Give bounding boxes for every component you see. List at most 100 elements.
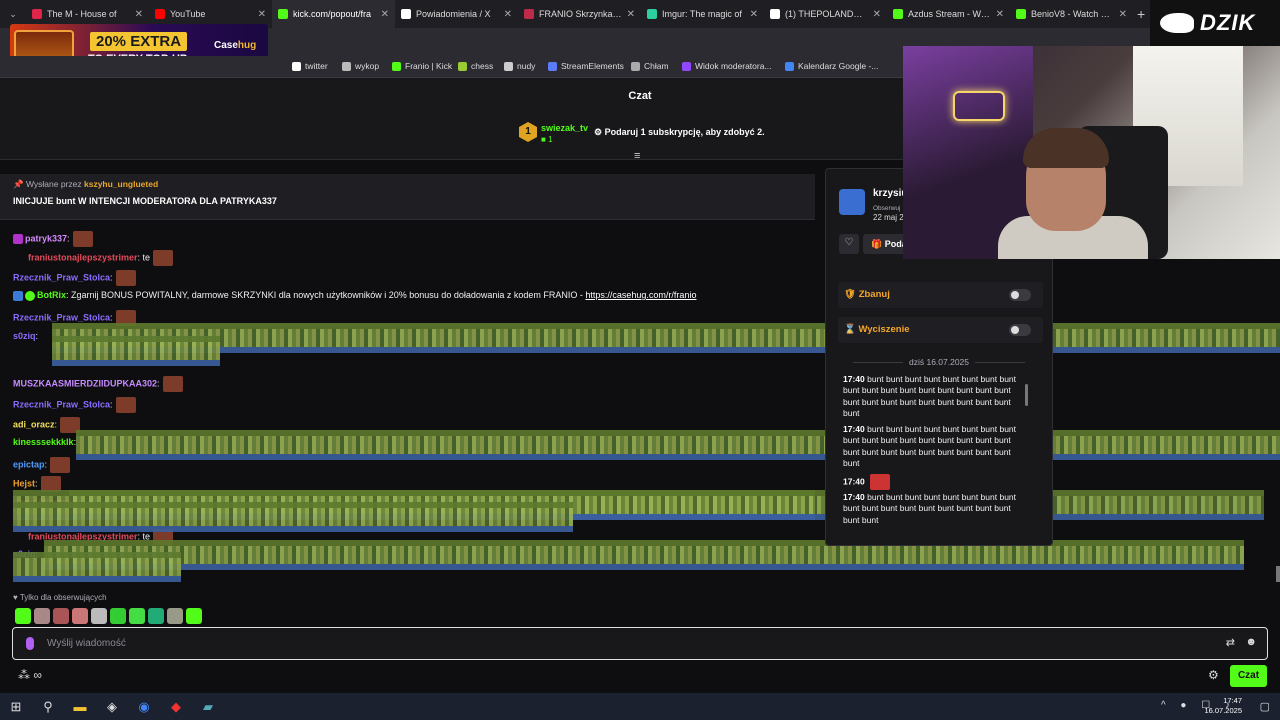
notification-icon[interactable]: ▢: [1260, 700, 1270, 713]
chat-username[interactable]: kinesssekkklk: [13, 437, 74, 447]
chat-scrollbar[interactable]: [1276, 566, 1280, 582]
log-time: 17:40: [843, 424, 865, 434]
app-red-icon[interactable]: ◆: [160, 693, 192, 720]
chat-input[interactable]: Wyślij wiadomość ⇄ ☻: [12, 627, 1268, 660]
chat-username[interactable]: Rzecznik_Praw_Stolca: [13, 312, 110, 322]
bookmark-2[interactable]: wykop: [342, 61, 379, 71]
chat-username[interactable]: Rzecznik_Praw_Stolca: [13, 399, 110, 409]
emote-4[interactable]: [72, 608, 88, 624]
emote-7[interactable]: [129, 608, 145, 624]
chat-text: :: [44, 459, 48, 470]
chat-username[interactable]: BotRix: [37, 290, 66, 300]
log-entry: 17:40 bunt bunt bunt bunt bunt bunt bunt…: [843, 374, 1025, 420]
chat-text: : Zgarnij BONUS POWITALNY, darmowe SKRZY…: [66, 290, 586, 300]
sub-user[interactable]: swiezak_tv: [541, 123, 588, 133]
close-icon[interactable]: ✕: [135, 9, 143, 20]
bookmark-6[interactable]: StreamElements: [548, 61, 624, 71]
mute-toggle[interactable]: [1009, 324, 1031, 336]
emote-3[interactable]: [53, 608, 69, 624]
dzik-logo: DZIK: [1150, 0, 1280, 46]
chat-emote: [115, 270, 136, 286]
chat-emote: [50, 457, 71, 473]
windows-taskbar: ⊞ ⚲ ▬ ◈ ◉ ◆ ▰ ^ ● ☐ ♪ 17:47 16.07.2025 ▢: [0, 693, 1280, 720]
pinned-message: 📌 Wysłane przez kszyhu_unglueted INICJUJ…: [0, 174, 815, 220]
followers-only-notice: ♥ Tylko dla obserwujących: [13, 593, 107, 602]
chrome-icon[interactable]: ◉: [128, 693, 160, 720]
bookmark-1[interactable]: twitter: [292, 61, 328, 71]
chat-message: epictap:: [13, 457, 71, 473]
chat-username[interactable]: MUSZKAASMIERDZIIDUPKAA302: [13, 378, 157, 388]
tab-7[interactable]: (1) THEPOLANDNEW ✕: [764, 0, 887, 28]
emoji-icon[interactable]: ☻: [1245, 636, 1257, 648]
tab-title: Azdus Stream - Watc: [908, 9, 991, 19]
emote-1[interactable]: [15, 608, 31, 624]
ban-toggle[interactable]: [1009, 289, 1031, 301]
bookmark-9[interactable]: Kalendarz Google -...: [785, 61, 878, 71]
tab-9[interactable]: BenioV8 - Watch clip ✕: [1010, 0, 1133, 28]
followers-text: Tylko dla obserwujących: [19, 593, 107, 602]
close-icon[interactable]: ✕: [750, 9, 758, 20]
chat-username[interactable]: Rzecznik_Praw_Stolca: [13, 272, 110, 282]
tab-5[interactable]: FRANIO Skrzynka CS ✕: [518, 0, 641, 28]
chat-username[interactable]: s0ziq: [13, 331, 36, 341]
gear-icon[interactable]: ⚙: [1208, 668, 1219, 682]
windows-start-icon[interactable]: ⊞: [0, 693, 32, 720]
emote-10[interactable]: [186, 608, 202, 624]
chat-username[interactable]: adi_oracz: [13, 419, 55, 429]
tab-title: The M - House of: [47, 9, 117, 19]
chat-username[interactable]: patryk337: [25, 233, 67, 243]
emote-stripe: [52, 323, 1280, 353]
pinned-author[interactable]: kszyhu_unglueted: [84, 179, 158, 189]
tab-menu-icon[interactable]: ⌄: [0, 9, 26, 20]
tab-favicon-icon: [32, 9, 42, 19]
bookmark-5[interactable]: nudy: [504, 61, 535, 71]
bookmark-4[interactable]: chess: [458, 61, 493, 71]
chat-username[interactable]: epictap: [13, 459, 45, 469]
file-explorer-icon[interactable]: ▬: [64, 693, 96, 720]
gift-sub-prompt[interactable]: ⚙ Podaruj 1 subskrypcję, aby zdobyć 2.: [594, 127, 765, 138]
chat-link[interactable]: https://casehug.com/r/franio: [585, 290, 696, 300]
close-icon[interactable]: ✕: [381, 9, 389, 20]
close-icon[interactable]: ✕: [873, 9, 881, 20]
search-icon[interactable]: ⚲: [32, 693, 64, 720]
close-icon[interactable]: ✕: [996, 9, 1004, 20]
log-scrollbar[interactable]: [1025, 384, 1028, 406]
clock[interactable]: 17:47 16.07.2025: [1204, 696, 1242, 716]
emote-stripe: [52, 336, 220, 366]
bookmark-label: StreamElements: [561, 61, 624, 71]
bookmark-3[interactable]: Franio | Kick: [392, 61, 452, 71]
app-icon[interactable]: ◈: [96, 693, 128, 720]
tab-8[interactable]: Azdus Stream - Watc ✕: [887, 0, 1010, 28]
emote-2[interactable]: [34, 608, 50, 624]
app-blue-icon[interactable]: ▰: [192, 693, 224, 720]
close-icon[interactable]: ✕: [258, 9, 266, 20]
bookmark-icon: [548, 61, 557, 71]
tab-3[interactable]: kick.com/popout/fra ✕: [272, 0, 395, 28]
sub-count-value: 1: [548, 135, 553, 144]
close-icon[interactable]: ✕: [1119, 9, 1127, 20]
log-entry: 17:40 bunt bunt bunt bunt bunt bunt bunt…: [843, 424, 1025, 470]
close-icon[interactable]: ✕: [504, 9, 512, 20]
bookmark-8[interactable]: Widok moderatora...: [682, 61, 772, 71]
translate-icon[interactable]: ⇄: [1226, 636, 1235, 649]
emote-6[interactable]: [110, 608, 126, 624]
bookmark-label: twitter: [305, 61, 328, 71]
emote-stripe: [76, 430, 1280, 460]
close-icon[interactable]: ✕: [627, 9, 635, 20]
emote-8[interactable]: [148, 608, 164, 624]
pinned-meta: 📌 Wysłane przez kszyhu_unglueted: [13, 179, 159, 189]
tab-4[interactable]: Powiadomienia / X ✕: [395, 0, 518, 28]
send-button[interactable]: Czat: [1230, 665, 1267, 687]
emote-5[interactable]: [91, 608, 107, 624]
pinned-text: INICJUJE bunt W INTENCJI MODERATORA DLA …: [13, 196, 277, 206]
heart-icon[interactable]: ♡: [839, 234, 859, 254]
new-tab-button[interactable]: +: [1137, 6, 1145, 22]
emote-9[interactable]: [167, 608, 183, 624]
mic-icon[interactable]: [26, 637, 34, 650]
chat-username[interactable]: franiustonajlepszystrimer: [28, 252, 138, 262]
points-indicator[interactable]: ⁂ ∞: [18, 668, 42, 682]
tab-6[interactable]: Imgur: The magic of ✕: [641, 0, 764, 28]
clock-date: 16.07.2025: [1204, 706, 1242, 715]
chat-username[interactable]: Hejst: [13, 478, 35, 488]
bookmark-7[interactable]: Chłam: [631, 61, 669, 71]
